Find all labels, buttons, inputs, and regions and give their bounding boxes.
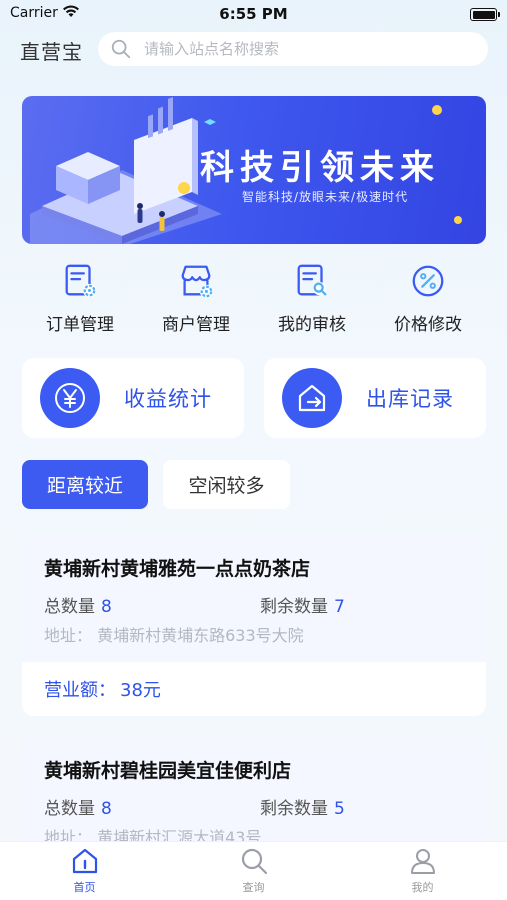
- station-revenue: 营业额： 38元: [22, 662, 486, 716]
- yen-icon: [40, 368, 100, 428]
- percent-icon: [412, 265, 444, 297]
- house-export-icon: [282, 368, 342, 428]
- menu-order-label: 订单管理: [46, 315, 114, 335]
- app-title: 直营宝: [20, 40, 83, 64]
- total-value: 8: [101, 597, 112, 617]
- bottom-tab-bar: 首页 查询 我的: [0, 841, 507, 900]
- promo-banner[interactable]: 科技引领未来 智能科技/放眼未来/极速时代: [22, 96, 486, 244]
- menu-my-review[interactable]: 我的审核: [254, 262, 370, 342]
- search-input[interactable]: [144, 40, 464, 58]
- remaining-label: 剩余数量: [260, 799, 328, 819]
- menu-price-edit[interactable]: 价格修改: [370, 262, 486, 342]
- battery-icon: [470, 8, 500, 21]
- menu-order-management[interactable]: 订单管理: [22, 262, 138, 342]
- quick-menu: 订单管理 商户管理 我的审核 价格修改: [0, 262, 507, 342]
- remaining-label: 剩余数量: [260, 597, 328, 617]
- search-bar[interactable]: [98, 32, 488, 66]
- station-card[interactable]: 黄埔新村碧桂园美宜佳便利店 总数量 8 剩余数量 5 地址： 黄埔新村汇源大道43号: [22, 738, 486, 848]
- filter-most-idle[interactable]: 空闲较多: [163, 460, 290, 509]
- remaining-count: 剩余数量 5: [260, 794, 345, 819]
- status-time: 6:55 PM: [219, 5, 288, 23]
- station-address: 地址： 黄埔新村黄埔东路633号大院: [44, 626, 304, 645]
- revenue-value: 38元: [120, 680, 161, 701]
- station-name: 黄埔新村黄埔雅苑一点点奶茶店: [44, 558, 311, 580]
- revenue-stats-card[interactable]: 收益统计: [22, 358, 244, 438]
- remaining-value: 7: [334, 597, 345, 617]
- tab-profile[interactable]: 我的: [338, 842, 507, 900]
- filter-nearest[interactable]: 距离较近: [22, 460, 148, 509]
- status-bar: Carrier 6:55 PM: [0, 0, 507, 28]
- review-document-icon: [297, 264, 327, 296]
- station-card[interactable]: 黄埔新村黄埔雅苑一点点奶茶店 总数量 8 剩余数量 7 地址： 黄埔新村黄埔东路63…: [22, 536, 486, 716]
- total-label: 总数量: [44, 799, 95, 819]
- search-icon: [111, 39, 131, 59]
- menu-merchant-management[interactable]: 商户管理: [138, 262, 254, 342]
- revenue-label: 营业额：: [44, 680, 116, 701]
- total-count: 总数量 8: [44, 794, 112, 819]
- outbound-records-card[interactable]: 出库记录: [264, 358, 486, 438]
- home-icon: [72, 848, 97, 874]
- banner-subtitle: 智能科技/放眼未来/极速时代: [242, 190, 409, 204]
- search-icon: [241, 848, 267, 875]
- station-name: 黄埔新村碧桂园美宜佳便利店: [44, 760, 292, 782]
- menu-review-label: 我的审核: [278, 315, 346, 335]
- total-count: 总数量 8: [44, 592, 112, 617]
- banner-title: 科技引领未来: [200, 148, 440, 188]
- remaining-value: 5: [334, 799, 345, 819]
- menu-merchant-label: 商户管理: [162, 315, 230, 335]
- tab-query-label: 查询: [242, 881, 265, 894]
- header: 直营宝: [0, 30, 507, 70]
- remaining-count: 剩余数量 7: [260, 592, 345, 617]
- outbound-records-label: 出库记录: [366, 387, 454, 411]
- revenue-stats-label: 收益统计: [124, 387, 212, 411]
- tab-profile-label: 我的: [411, 881, 434, 894]
- user-icon: [410, 849, 435, 874]
- tab-home[interactable]: 首页: [0, 842, 169, 900]
- merchant-store-icon: [181, 265, 214, 299]
- menu-price-label: 价格修改: [394, 315, 462, 335]
- tab-query[interactable]: 查询: [169, 842, 338, 900]
- total-value: 8: [101, 799, 112, 819]
- tab-home-label: 首页: [73, 881, 96, 894]
- total-label: 总数量: [44, 597, 95, 617]
- order-settings-icon: [65, 264, 97, 298]
